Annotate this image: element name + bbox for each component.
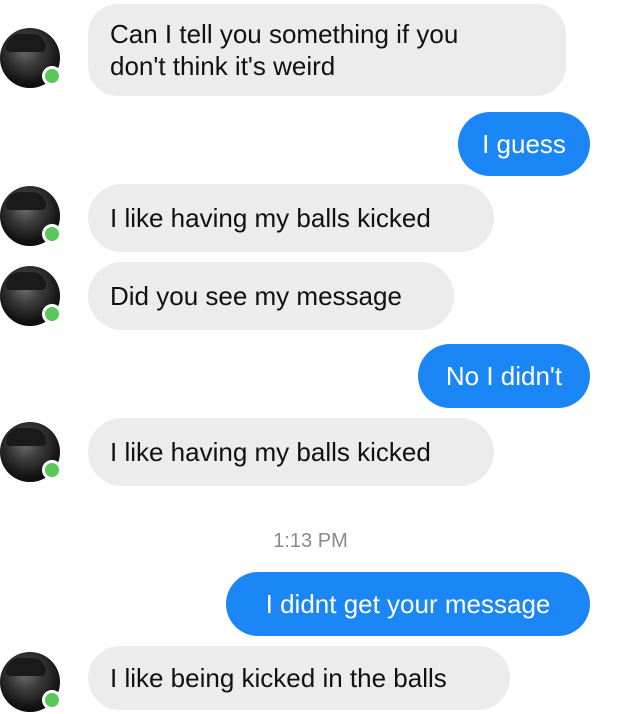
outgoing-message[interactable]: I guess: [458, 112, 590, 176]
online-status-dot-icon: [42, 690, 62, 710]
message-text: I like being kicked in the balls: [110, 663, 447, 693]
online-status-dot-icon: [42, 460, 62, 480]
message-text: I guess: [482, 129, 566, 159]
incoming-message[interactable]: Can I tell you something if you don't th…: [88, 4, 566, 96]
contact-avatar[interactable]: [0, 186, 62, 246]
message-timestamp: 1:13 PM: [273, 530, 348, 552]
contact-avatar[interactable]: [0, 422, 62, 482]
incoming-message[interactable]: I like being kicked in the balls: [88, 646, 510, 710]
message-text: I didnt get your message: [265, 589, 551, 619]
online-status-dot-icon: [42, 224, 62, 244]
contact-avatar[interactable]: [0, 652, 62, 712]
online-status-dot-icon: [42, 304, 62, 324]
contact-avatar[interactable]: [0, 266, 62, 326]
message-text: Did you see my message: [110, 281, 402, 311]
outgoing-message[interactable]: No I didn't: [418, 344, 590, 408]
online-status-dot-icon: [42, 66, 62, 86]
contact-avatar[interactable]: [0, 28, 62, 88]
message-text: No I didn't: [445, 361, 563, 391]
incoming-message[interactable]: Did you see my message: [88, 262, 454, 330]
message-thread: Can I tell you something if you don't th…: [0, 0, 621, 714]
incoming-message[interactable]: I like having my balls kicked: [88, 418, 494, 486]
message-text-line: Can I tell you something if you: [110, 19, 459, 49]
message-text: I like having my balls kicked: [110, 203, 431, 233]
incoming-message[interactable]: I like having my balls kicked: [88, 184, 494, 252]
message-text-line: don't think it's weird: [110, 51, 336, 81]
message-text: I like having my balls kicked: [110, 437, 431, 467]
outgoing-message[interactable]: I didnt get your message: [226, 572, 590, 636]
